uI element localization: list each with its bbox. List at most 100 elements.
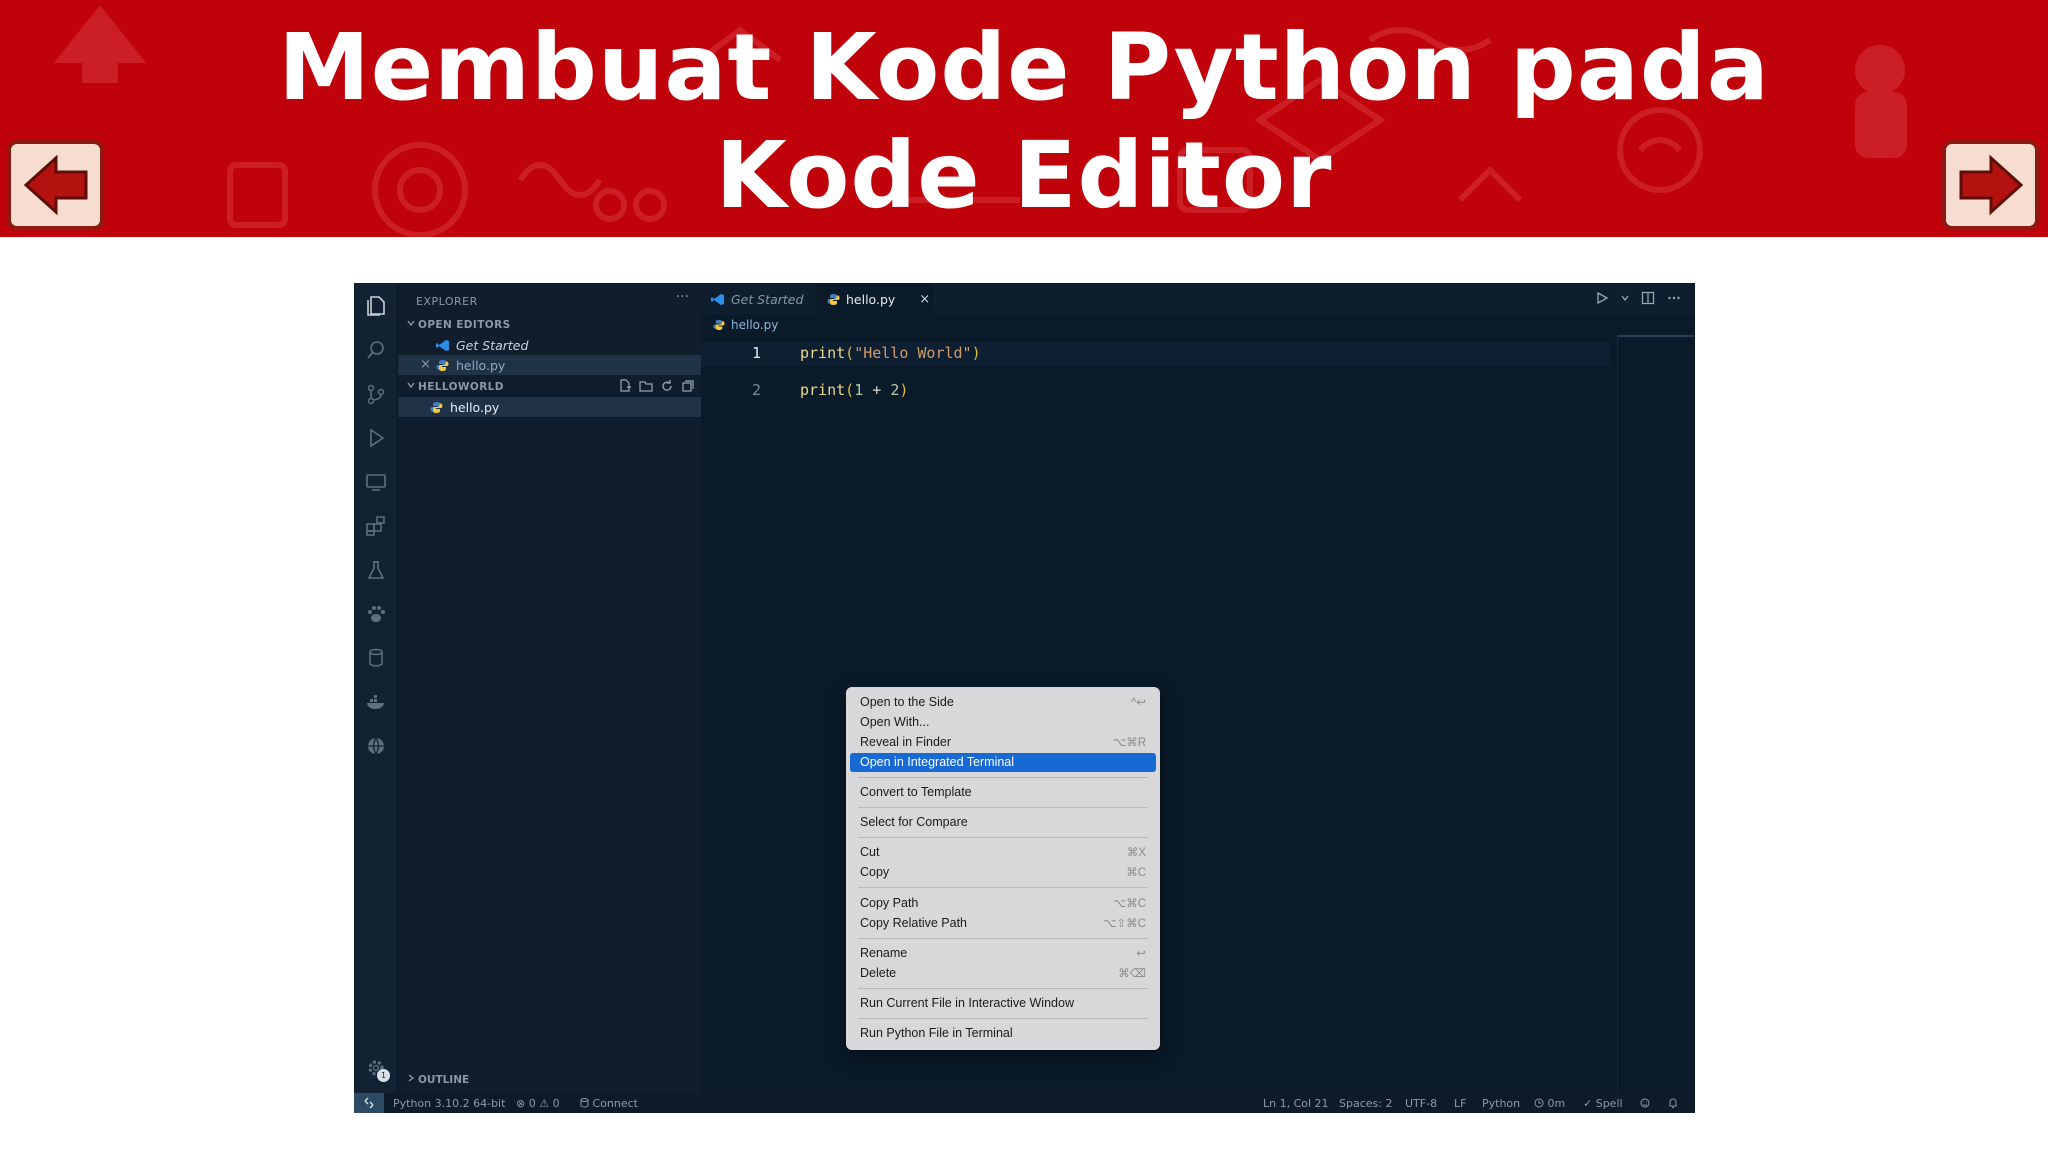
menu-shortcut: ⌥⇧⌘C bbox=[1103, 918, 1146, 930]
menu-item-select-for-compare[interactable]: Select for Compare bbox=[850, 813, 1156, 832]
close-tab-icon[interactable]: × bbox=[919, 292, 930, 307]
refresh-icon[interactable] bbox=[660, 379, 674, 393]
collapse-all-icon[interactable] bbox=[681, 379, 695, 393]
python-icon bbox=[430, 401, 443, 417]
new-file-icon[interactable] bbox=[618, 379, 632, 393]
menu-item-convert-to-template[interactable]: Convert to Template bbox=[850, 783, 1156, 802]
docker-icon[interactable] bbox=[363, 689, 389, 715]
menu-separator bbox=[858, 1018, 1148, 1019]
remote-explorer-icon[interactable] bbox=[363, 469, 389, 495]
vscode-window: 1 EXPLORER ··· OPEN EDITORS Get Started … bbox=[354, 283, 1695, 1113]
close-icon[interactable]: × bbox=[420, 357, 431, 372]
menu-item-open-in-integrated-terminal[interactable]: Open in Integrated Terminal bbox=[850, 753, 1156, 772]
menu-item-label: Copy Relative Path bbox=[860, 916, 968, 930]
slide-banner: Membuat Kode Python pada Kode Editor bbox=[0, 0, 2048, 237]
open-editor-label: Get Started bbox=[456, 338, 529, 353]
menu-item-copy[interactable]: Copy ⌘C bbox=[850, 863, 1156, 882]
settings-gear-icon[interactable]: 1 bbox=[363, 1055, 390, 1082]
connect-status[interactable]: Connect bbox=[580, 1097, 638, 1110]
python-interpreter[interactable]: Python 3.10.2 64-bit bbox=[393, 1097, 505, 1110]
indentation[interactable]: Spaces: 2 bbox=[1339, 1097, 1392, 1110]
vscode-icon bbox=[436, 339, 450, 355]
database-icon[interactable] bbox=[363, 645, 389, 671]
tab-get-started[interactable]: Get Started bbox=[701, 283, 817, 315]
spell-check[interactable]: ✓ Spell bbox=[1583, 1097, 1623, 1110]
tab-hello-py[interactable]: hello.py × bbox=[817, 283, 933, 315]
file-hello-py[interactable]: hello.py bbox=[398, 397, 701, 417]
menu-separator bbox=[858, 807, 1148, 808]
menu-shortcut: ⌘⌫ bbox=[1118, 968, 1146, 980]
menu-item-rename[interactable]: Rename ↩ bbox=[850, 944, 1156, 963]
menu-item-label: Cut bbox=[860, 845, 880, 859]
minimap-slider[interactable] bbox=[1617, 335, 1695, 337]
menu-item-label: Open With... bbox=[860, 715, 930, 729]
menu-item-delete[interactable]: Delete ⌘⌫ bbox=[850, 964, 1156, 983]
testing-icon[interactable] bbox=[363, 557, 389, 583]
menu-item-run-python-file-in-terminal[interactable]: Run Python File in Terminal bbox=[850, 1024, 1156, 1043]
menu-item-label: Select for Compare bbox=[860, 815, 968, 829]
menu-item-label: Copy Path bbox=[860, 896, 919, 910]
python-icon bbox=[436, 359, 449, 375]
problems-indicator[interactable]: ⊗ 0 ⚠ 0 bbox=[516, 1097, 560, 1110]
connect-label: Connect bbox=[592, 1097, 638, 1110]
previous-slide-button[interactable] bbox=[7, 140, 104, 230]
menu-shortcut: ⌘X bbox=[1126, 847, 1146, 859]
open-editors-section[interactable]: OPEN EDITORS bbox=[398, 315, 701, 335]
run-file-icon[interactable] bbox=[1595, 291, 1609, 305]
remote-indicator-button[interactable] bbox=[354, 1093, 384, 1113]
menu-item-label: Rename bbox=[860, 946, 908, 960]
source-control-icon[interactable] bbox=[363, 381, 389, 407]
code-paren: ( bbox=[845, 344, 855, 362]
status-bar: Python 3.10.2 64-bit ⊗ 0 ⚠ 0 Connect Ln … bbox=[354, 1093, 1695, 1113]
open-editor-hello-py[interactable]: × hello.py bbox=[398, 355, 701, 375]
slide-title: Membuat Kode Python pada Kode Editor bbox=[278, 14, 1770, 229]
chevron-right-icon bbox=[406, 1073, 416, 1086]
line-number: 2 bbox=[751, 381, 761, 399]
more-actions-icon[interactable] bbox=[1667, 291, 1681, 305]
menu-item-open-to-side[interactable]: Open to the Side ^↩ bbox=[850, 693, 1156, 712]
chevron-down-icon[interactable] bbox=[1621, 291, 1629, 305]
code-line[interactable]: 2 print(1 + 2) bbox=[701, 379, 1695, 403]
split-editor-icon[interactable] bbox=[1641, 291, 1655, 305]
menu-item-open-with[interactable]: Open With... bbox=[850, 713, 1156, 732]
new-folder-icon[interactable] bbox=[639, 379, 653, 393]
extensions-icon[interactable] bbox=[363, 513, 389, 539]
line-number: 1 bbox=[751, 344, 761, 362]
cursor-position[interactable]: Ln 1, Col 21 bbox=[1263, 1097, 1329, 1110]
menu-separator bbox=[858, 938, 1148, 939]
left-arrow-icon bbox=[23, 154, 87, 216]
remote-icon bbox=[364, 1097, 374, 1109]
menu-separator bbox=[858, 837, 1148, 838]
menu-item-reveal-in-finder[interactable]: Reveal in Finder ⌥⌘R bbox=[850, 733, 1156, 752]
activity-bar: 1 bbox=[354, 283, 398, 1093]
more-actions-icon[interactable]: ··· bbox=[676, 289, 689, 305]
feedback-icon[interactable] bbox=[1639, 1097, 1651, 1112]
helloworld-folder-section[interactable]: HELLOWORLD bbox=[398, 377, 701, 397]
search-icon[interactable] bbox=[363, 337, 389, 363]
minimap[interactable] bbox=[1617, 335, 1618, 1093]
menu-item-copy-path[interactable]: Copy Path ⌥⌘C bbox=[850, 894, 1156, 913]
menu-item-label: Open to the Side bbox=[860, 695, 954, 709]
open-editor-get-started[interactable]: Get Started bbox=[398, 335, 701, 355]
notifications-bell-icon[interactable] bbox=[1667, 1097, 1679, 1112]
code-paren: ) bbox=[971, 344, 981, 362]
code-line[interactable]: 1 print("Hello World") bbox=[701, 342, 1611, 366]
encoding[interactable]: UTF-8 bbox=[1405, 1097, 1437, 1110]
context-menu: Open to the Side ^↩ Open With... Reveal i… bbox=[846, 687, 1160, 1050]
run-debug-icon[interactable] bbox=[363, 425, 389, 451]
menu-item-run-in-interactive-window[interactable]: Run Current File in Interactive Window bbox=[850, 994, 1156, 1013]
language-mode[interactable]: Python bbox=[1482, 1097, 1520, 1110]
menu-item-cut[interactable]: Cut ⌘X bbox=[850, 843, 1156, 862]
next-slide-button[interactable] bbox=[1942, 140, 2039, 230]
python-icon bbox=[713, 319, 725, 331]
open-editor-label: hello.py bbox=[456, 358, 506, 373]
breadcrumb[interactable]: hello.py bbox=[713, 318, 778, 332]
explorer-icon[interactable] bbox=[363, 293, 389, 319]
time-tracker[interactable]: 0m bbox=[1534, 1097, 1565, 1110]
globe-icon[interactable] bbox=[363, 733, 389, 759]
paw-icon[interactable] bbox=[363, 601, 389, 627]
code-operator: + bbox=[863, 381, 891, 399]
menu-item-label: Convert to Template bbox=[860, 785, 972, 799]
end-of-line[interactable]: LF bbox=[1454, 1097, 1466, 1110]
menu-item-copy-relative-path[interactable]: Copy Relative Path ⌥⇧⌘C bbox=[850, 914, 1156, 933]
